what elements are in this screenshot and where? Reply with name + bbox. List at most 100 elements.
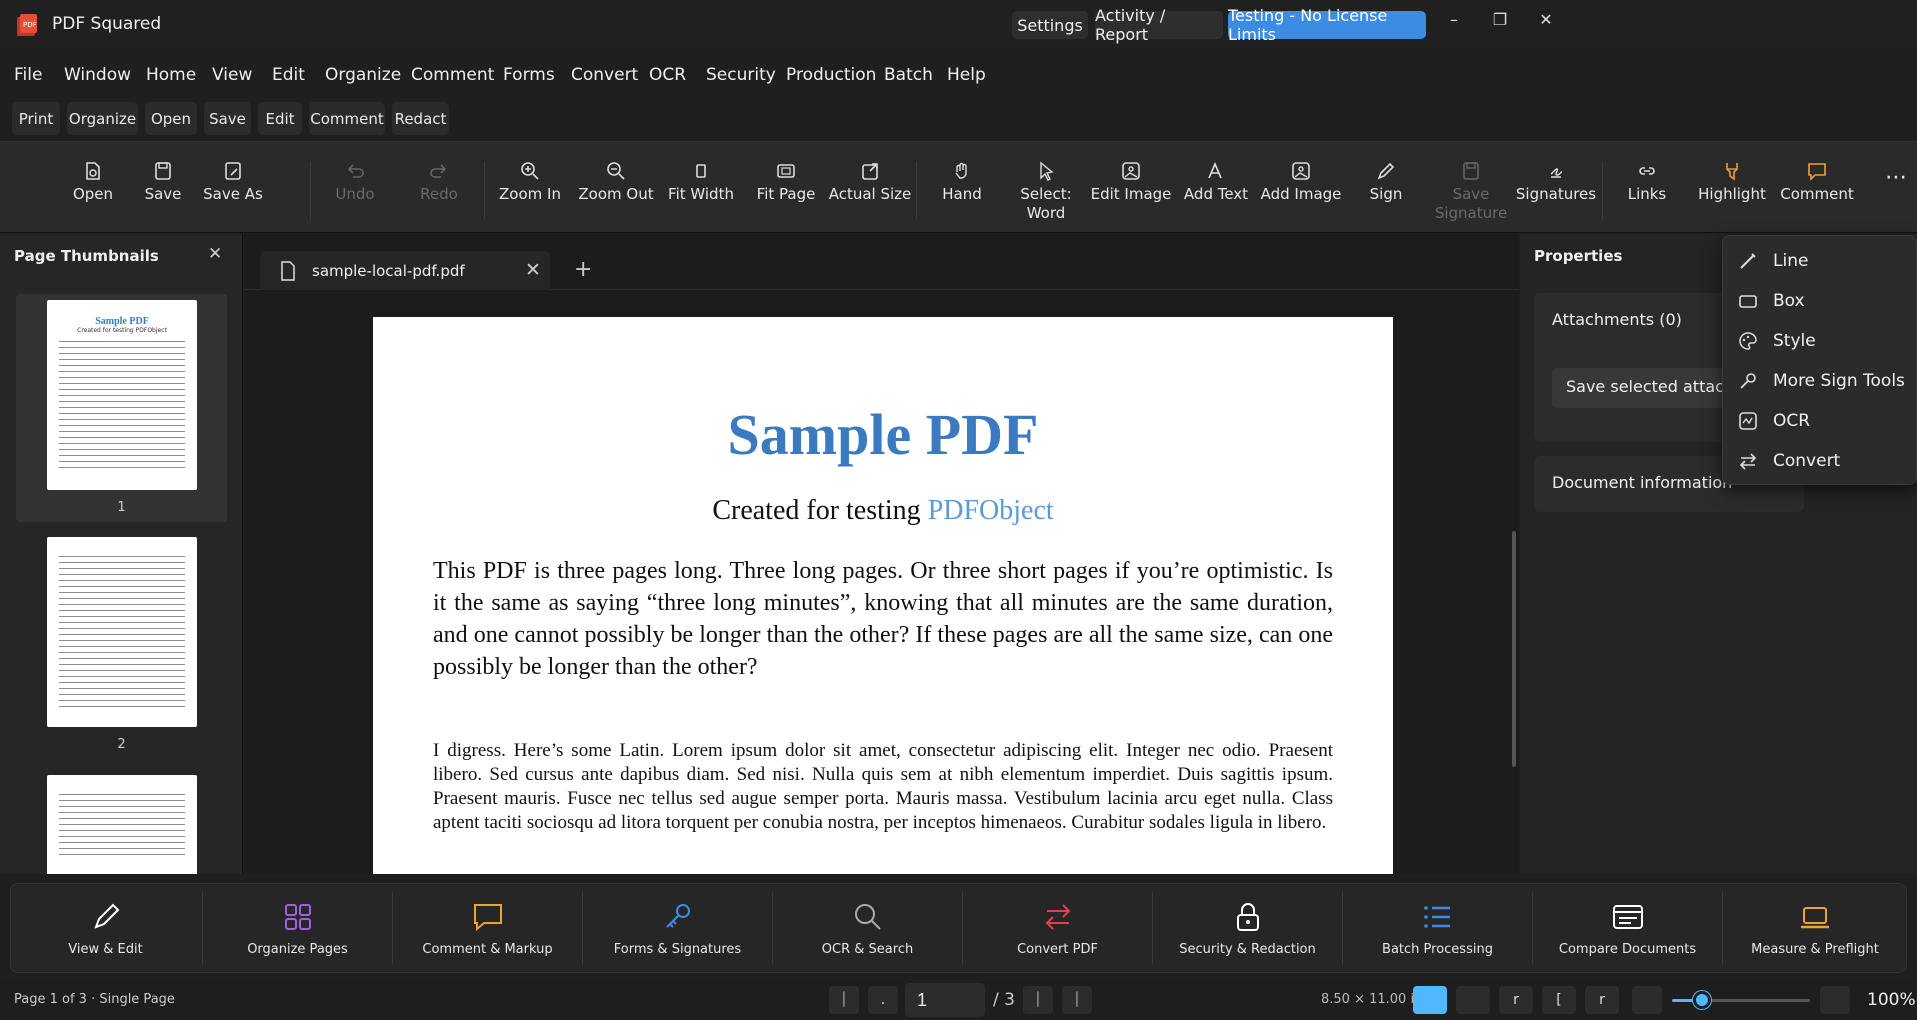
minimize-button[interactable]: – <box>1432 8 1476 32</box>
comment-button[interactable]: Comment <box>1775 160 1859 204</box>
menu-batch[interactable]: Batch <box>884 65 933 85</box>
zoom-slider-knob[interactable] <box>1693 991 1712 1009</box>
thumbnail-page-1[interactable]: Sample PDF Created for testing PDFObject <box>47 300 197 490</box>
settings-button[interactable]: Settings <box>1012 11 1088 39</box>
highlight-button[interactable]: Highlight <box>1690 160 1774 204</box>
zoom-out-icon <box>607 162 625 180</box>
quick-redact-button[interactable]: Redact <box>392 102 449 135</box>
menu-edit[interactable]: Edit <box>272 65 305 85</box>
first-page-button[interactable]: ⏐ <box>829 986 859 1014</box>
new-tab-button[interactable]: + <box>574 257 592 282</box>
menu-file[interactable]: File <box>14 65 42 85</box>
actual-size-button[interactable]: Actual Size <box>828 160 912 204</box>
close-thumbnails-button[interactable]: ✕ <box>208 244 222 264</box>
page-total-label: / 3 <box>993 990 1015 1010</box>
cursor-icon <box>1040 161 1054 181</box>
convert-pdf-tool[interactable]: Convert PDF <box>963 884 1152 974</box>
quick-organize-button[interactable]: Organize <box>67 102 138 135</box>
zoom-out-button[interactable]: Zoom Out <box>574 160 658 204</box>
menu-organize[interactable]: Organize <box>325 65 401 85</box>
dropdown-box[interactable]: Box <box>1737 283 1907 319</box>
next-page-button[interactable]: ⏐ <box>1023 986 1053 1014</box>
select-word-label-2: Word <box>1026 204 1066 222</box>
menu-convert[interactable]: Convert <box>571 65 638 85</box>
select-word-button[interactable]: Select: Word <box>1004 160 1088 223</box>
ocr-search-tool[interactable]: OCR & Search <box>773 884 962 974</box>
menu-view[interactable]: View <box>212 65 252 85</box>
organize-pages-tool[interactable]: Organize Pages <box>203 884 392 974</box>
vertical-scrollbar[interactable] <box>1512 531 1516 767</box>
menu-home[interactable]: Home <box>146 65 196 85</box>
zoom-in-button[interactable]: Zoom In <box>488 160 572 204</box>
zoom-in-small-button[interactable] <box>1820 986 1850 1014</box>
view-edit-tool[interactable]: View & Edit <box>11 884 200 974</box>
key-icon <box>665 904 690 928</box>
dropdown-line[interactable]: Line <box>1737 243 1907 279</box>
forms-signatures-tool[interactable]: Forms & Signatures <box>583 884 772 974</box>
quick-save-button[interactable]: Save <box>204 102 251 135</box>
page-number-input[interactable] <box>905 983 985 1017</box>
document-tab[interactable]: sample-local-pdf.pdf ✕ <box>260 251 550 290</box>
continuous-view-button[interactable]: [ <box>1542 986 1576 1014</box>
menu-help[interactable]: Help <box>947 65 986 85</box>
dropdown-convert[interactable]: Convert <box>1737 443 1907 479</box>
menu-production[interactable]: Production <box>786 65 876 85</box>
undo-button[interactable]: Undo <box>313 160 397 204</box>
fit-page-button[interactable]: Fit Page <box>744 160 828 204</box>
menu-comment[interactable]: Comment <box>411 65 494 85</box>
quick-print-button[interactable]: Print <box>12 102 60 135</box>
zoom-out-small-button[interactable] <box>1632 986 1662 1014</box>
measure-preflight-label: Measure & Preflight <box>1751 942 1879 957</box>
quick-comment-button[interactable]: Comment <box>309 102 385 135</box>
edit-image-button[interactable]: Edit Image <box>1089 160 1173 204</box>
activity-report-button[interactable]: Activity / Report <box>1095 6 1223 44</box>
pdf-subtitle-link[interactable]: PDFObject <box>928 495 1054 526</box>
dropdown-ocr[interactable]: OCR <box>1737 403 1907 439</box>
last-page-button[interactable]: ⏐ <box>1062 986 1092 1014</box>
rotate-button[interactable]: r <box>1499 986 1533 1014</box>
redo-button[interactable]: Redo <box>397 160 481 204</box>
menu-window[interactable]: Window <box>64 65 131 85</box>
dropdown-style[interactable]: Style <box>1737 323 1907 359</box>
laptop-icon <box>1801 907 1829 929</box>
rotate-right-button[interactable]: r <box>1585 986 1619 1014</box>
close-tab-button[interactable]: ✕ <box>525 259 541 281</box>
comment-markup-tool[interactable]: Comment & Markup <box>393 884 582 974</box>
fit-width-button[interactable]: Fit Width <box>659 160 743 204</box>
add-image-button[interactable]: Add Image <box>1259 160 1343 204</box>
attachments-header[interactable]: Attachments (0) <box>1552 310 1682 329</box>
quick-edit-button[interactable]: Edit <box>258 102 302 135</box>
more-tools-button[interactable]: ⋯ <box>1878 167 1914 189</box>
add-text-button[interactable]: Add Text <box>1174 160 1258 204</box>
dropdown-line-label: Line <box>1773 251 1809 271</box>
menu-forms[interactable]: Forms <box>503 65 555 85</box>
batch-processing-tool[interactable]: Batch Processing <box>1343 884 1532 974</box>
dropdown-more-sign-tools[interactable]: More Sign Tools <box>1737 363 1907 399</box>
close-window-button[interactable]: ✕ <box>1524 8 1568 32</box>
save-signature-button[interactable]: Save Signature <box>1429 160 1513 223</box>
zoom-in-label: Zoom In <box>499 185 561 203</box>
single-page-view-button[interactable] <box>1413 986 1447 1014</box>
previous-page-button[interactable]: . <box>868 986 898 1014</box>
ribbon-separator <box>916 162 917 220</box>
file-icon <box>281 261 295 281</box>
save-as-button[interactable]: Save As <box>191 160 275 204</box>
hand-tool-button[interactable]: Hand <box>920 160 1004 204</box>
quick-open-button[interactable]: Open <box>145 102 197 135</box>
pdf-page[interactable]: Sample PDF Created for testing PDFObject… <box>373 317 1393 874</box>
links-button[interactable]: Links <box>1605 160 1689 204</box>
redo-label: Redo <box>420 185 458 203</box>
signatures-button[interactable]: Signatures <box>1514 160 1598 204</box>
menu-security[interactable]: Security <box>706 65 776 85</box>
sign-button[interactable]: Sign <box>1344 160 1428 204</box>
menu-ocr[interactable]: OCR <box>649 65 686 85</box>
two-page-view-button[interactable] <box>1456 986 1490 1014</box>
batch-processing-label: Batch Processing <box>1382 942 1493 957</box>
thumbnail-page-2[interactable] <box>47 537 197 727</box>
compare-documents-tool[interactable]: Compare Documents <box>1533 884 1722 974</box>
license-status-button[interactable]: Testing - No License Limits <box>1228 6 1426 44</box>
security-redaction-tool[interactable]: Security & Redaction <box>1153 884 1342 974</box>
restore-button[interactable]: ❐ <box>1478 8 1522 32</box>
thumbnail-page-3[interactable] <box>47 775 197 874</box>
measure-preflight-tool[interactable]: Measure & Preflight <box>1723 884 1907 974</box>
